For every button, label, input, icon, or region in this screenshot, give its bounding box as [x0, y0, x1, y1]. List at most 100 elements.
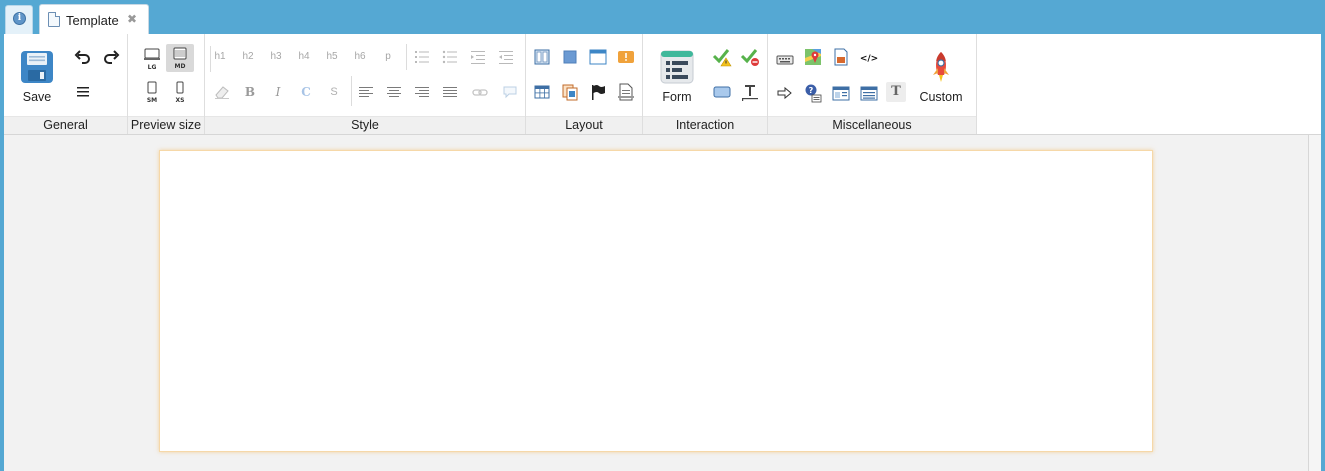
keyboard-icon — [776, 55, 794, 65]
code-button[interactable]: </> — [858, 46, 880, 68]
group-interaction: Form Interaction — [643, 34, 768, 134]
comment-button[interactable] — [499, 81, 521, 103]
ordered-list-icon — [415, 51, 429, 63]
heading-h5-button[interactable]: h5 — [321, 46, 343, 68]
page-break-button[interactable] — [615, 81, 637, 103]
redo-button[interactable] — [100, 46, 122, 68]
ribbon-toolbar: Save General LG MD SM XS Preview size h1… — [4, 34, 1321, 135]
keyboard-button[interactable] — [774, 48, 796, 70]
indent-button[interactable] — [467, 46, 489, 68]
eraser-icon — [215, 86, 229, 99]
tab-template[interactable]: Template ✖ — [39, 4, 149, 35]
tab-label: Template — [66, 13, 119, 28]
validate-warning-button[interactable] — [711, 46, 733, 68]
heading-h2-button[interactable]: h2 — [237, 46, 259, 68]
columns-button[interactable] — [531, 46, 553, 68]
arrow-button[interactable] — [774, 82, 796, 104]
heading-h6-button[interactable]: h6 — [349, 46, 371, 68]
form-label: Form — [662, 90, 692, 104]
tab-bar: i Template ✖ — [0, 0, 1325, 35]
heading-h4-button[interactable]: h4 — [293, 46, 315, 68]
svg-text:SM: SM — [147, 97, 157, 104]
flag-icon — [592, 85, 605, 100]
svg-text:</>: </> — [860, 54, 878, 64]
panel-button[interactable] — [830, 82, 852, 104]
device-xs-icon: XS — [176, 81, 185, 104]
tab-info[interactable]: i — [5, 5, 33, 34]
redo-icon — [104, 50, 120, 64]
code-format-button[interactable]: C — [295, 81, 317, 103]
group-general: Save General — [4, 34, 128, 134]
save-icon — [21, 51, 53, 83]
align-left-button[interactable] — [355, 81, 377, 103]
undo-button[interactable] — [72, 46, 94, 68]
text-field-icon — [742, 85, 758, 101]
group-title-miscellaneous: Miscellaneous — [768, 116, 976, 134]
align-right-button[interactable] — [411, 81, 433, 103]
device-md-icon: MD — [173, 47, 187, 70]
alert-button[interactable] — [615, 46, 637, 68]
preview-md-button[interactable]: MD — [166, 44, 194, 72]
image-button[interactable] — [830, 46, 852, 68]
paragraph-button[interactable]: p — [377, 46, 399, 68]
table-button[interactable] — [531, 81, 553, 103]
align-left-icon — [359, 87, 373, 97]
block-button[interactable] — [559, 46, 581, 68]
check-warning-icon — [712, 49, 732, 67]
columns-icon — [534, 49, 550, 65]
bold-button[interactable]: B — [239, 81, 261, 103]
map-button[interactable] — [802, 46, 824, 68]
svg-text:XS: XS — [176, 97, 185, 104]
align-center-button[interactable] — [383, 81, 405, 103]
group-title-interaction: Interaction — [643, 116, 767, 134]
separator — [406, 44, 407, 70]
unordered-list-button[interactable] — [439, 46, 461, 68]
template-canvas[interactable] — [159, 150, 1153, 452]
form-icon — [660, 50, 694, 84]
panel-icon — [832, 86, 850, 101]
help-button[interactable]: ? — [802, 82, 824, 104]
flag-button[interactable] — [587, 81, 609, 103]
window-icon — [589, 49, 607, 65]
text-field-button[interactable] — [739, 81, 761, 103]
clear-format-button[interactable] — [211, 81, 233, 103]
group-title-general: General — [4, 116, 127, 134]
wrap-button[interactable] — [72, 81, 94, 103]
window-button[interactable] — [587, 46, 609, 68]
heading-h3-button[interactable]: h3 — [265, 46, 287, 68]
ordered-list-button[interactable] — [411, 46, 433, 68]
preview-xs-button[interactable]: XS — [168, 79, 192, 105]
custom-button[interactable]: Custom — [915, 50, 967, 110]
right-sidebar[interactable] — [1308, 135, 1321, 471]
list-panel-button[interactable] — [858, 82, 880, 104]
separator — [351, 76, 352, 106]
validate-error-button[interactable] — [739, 46, 761, 68]
check-error-icon — [740, 49, 759, 66]
preview-lg-button[interactable]: LG — [140, 46, 164, 72]
group-style: h1 h2 h3 h4 h5 h6 p B I C S Style — [205, 34, 526, 134]
outdent-icon — [499, 51, 513, 64]
group-preview-size: LG MD SM XS Preview size — [128, 34, 205, 134]
align-right-icon — [415, 87, 429, 97]
page-break-icon — [618, 83, 634, 101]
block-icon — [563, 50, 577, 64]
italic-button[interactable]: I — [267, 81, 289, 103]
align-justify-button[interactable] — [439, 81, 461, 103]
strikethrough-button[interactable]: S — [323, 81, 345, 103]
link-button[interactable] — [469, 81, 491, 103]
tabs-button[interactable] — [559, 81, 581, 103]
group-title-preview-size: Preview size — [128, 116, 204, 134]
text-button[interactable]: T — [886, 82, 906, 102]
group-layout: Layout — [526, 34, 643, 134]
file-icon — [48, 12, 60, 27]
form-button[interactable]: Form — [655, 50, 699, 110]
preview-sm-button[interactable]: SM — [140, 79, 164, 105]
close-icon[interactable]: ✖ — [127, 12, 137, 26]
save-button[interactable]: Save — [18, 50, 56, 110]
heading-h1-button[interactable]: h1 — [209, 46, 231, 68]
svg-text:MD: MD — [175, 63, 186, 70]
outdent-button[interactable] — [495, 46, 517, 68]
map-icon — [805, 49, 821, 65]
save-label: Save — [22, 90, 52, 104]
button-widget-button[interactable] — [711, 81, 733, 103]
